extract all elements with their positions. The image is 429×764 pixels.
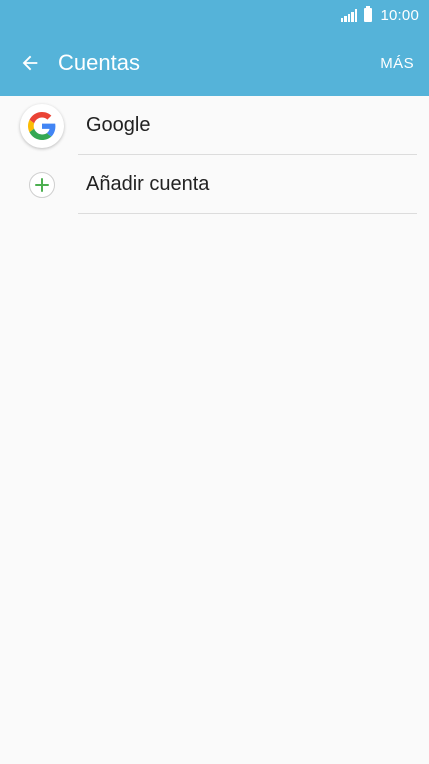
- battery-icon: [364, 6, 373, 22]
- list-item-google[interactable]: Google: [0, 96, 429, 155]
- divider: [78, 213, 417, 214]
- page-title: Cuentas: [58, 50, 140, 75]
- signal-icon: [340, 8, 358, 22]
- list-item-label: Añadir cuenta: [86, 173, 210, 195]
- arrow-back-icon: [22, 55, 38, 71]
- accounts-list: Google Añadir cuenta: [0, 96, 429, 214]
- google-logo-icon: [20, 103, 64, 148]
- status-bar: 10:00: [0, 0, 429, 30]
- more-button[interactable]: MÁS: [380, 30, 414, 96]
- plus-icon: [29, 171, 55, 198]
- back-button[interactable]: [0, 30, 58, 96]
- list-item-add-account[interactable]: Añadir cuenta: [0, 155, 429, 214]
- list-item-label: Google: [86, 114, 151, 136]
- status-time: 10:00: [380, 6, 419, 24]
- accounts-screen: 10:00 Cuentas MÁS Google Añadir cuenta: [0, 0, 429, 764]
- app-bar: Cuentas MÁS: [0, 30, 429, 96]
